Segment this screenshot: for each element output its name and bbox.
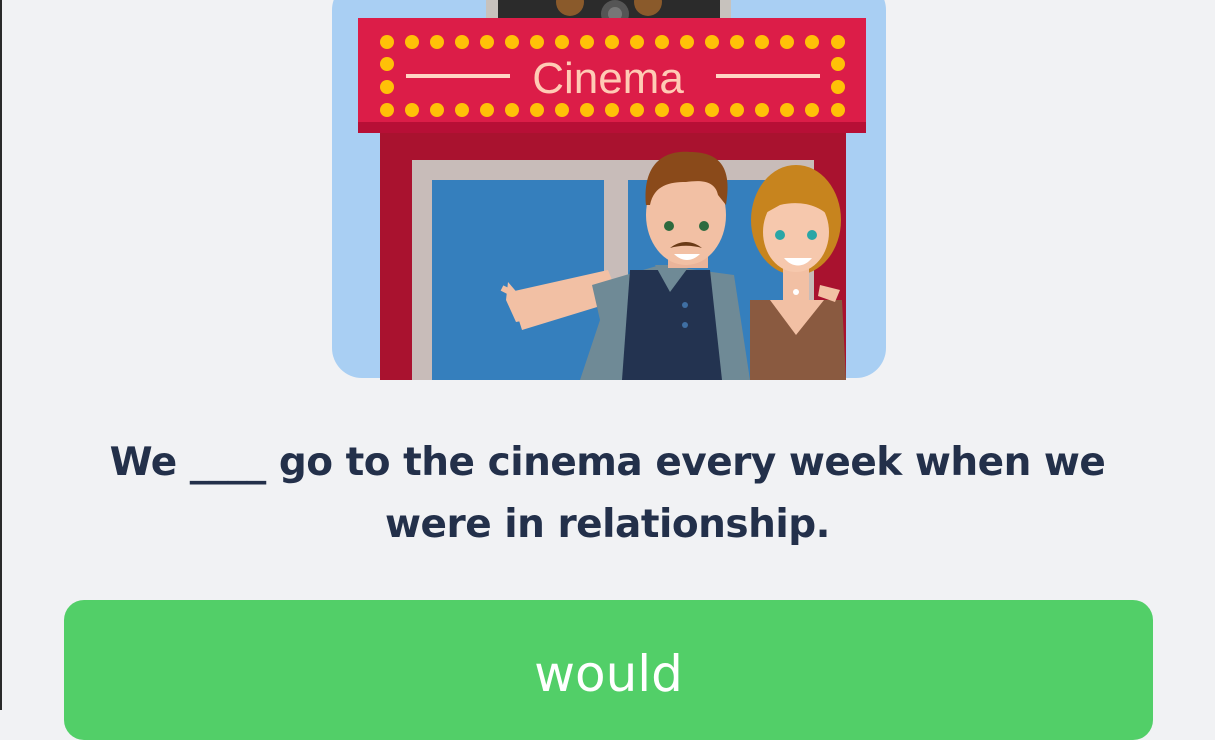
sign-text: Cinema	[532, 54, 684, 103]
screen-edge	[0, 0, 2, 710]
cinema-illustration: Cinema	[330, 0, 888, 380]
answer-label: would	[534, 645, 683, 703]
question-text: We ____ go to the cinema every week when…	[109, 440, 1106, 547]
answer-button[interactable]: would	[64, 600, 1153, 740]
